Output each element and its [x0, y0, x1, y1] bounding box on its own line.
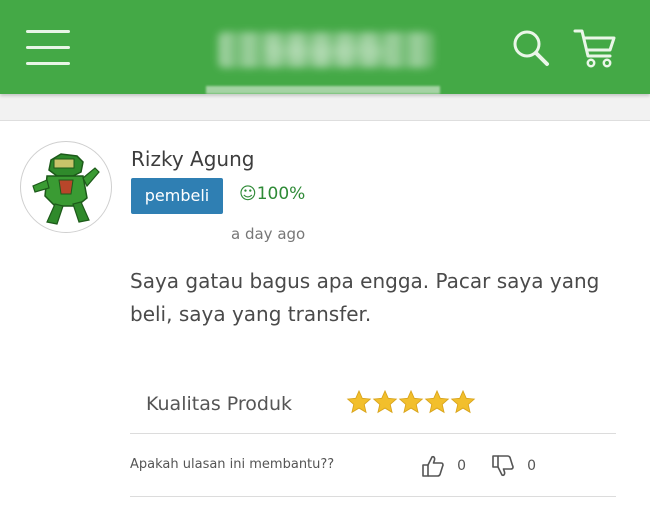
star-icon	[450, 389, 476, 414]
review-timestamp: a day ago	[231, 225, 306, 243]
star-icon	[346, 389, 372, 414]
menu-button[interactable]	[26, 28, 70, 68]
hamburger-icon-line-3	[26, 62, 70, 65]
reviewer-name[interactable]: Rizky Agung	[131, 147, 254, 171]
star-icon	[372, 389, 398, 414]
thumbs-up-count: 0	[457, 458, 467, 474]
review-text: Saya gatau bagus apa engga. Pacar saya y…	[130, 269, 600, 326]
hamburger-icon-line-1	[26, 30, 70, 33]
thumbs-up-button[interactable]: 0	[420, 453, 466, 479]
search-icon	[513, 30, 549, 66]
divider	[130, 496, 616, 497]
brand-underline	[206, 86, 440, 94]
buyer-badge: pembeli	[131, 178, 223, 214]
brand-logo[interactable]: tokopedia	[218, 32, 434, 68]
avatar[interactable]	[20, 141, 112, 233]
reviewer-avatar-image	[32, 153, 100, 225]
review-card: Rizky Agung pembeli ☺100% a day ago Saya…	[0, 120, 650, 532]
reputation-score: ☺100%	[239, 184, 306, 204]
product-quality-label: Kualitas Produk	[146, 393, 293, 415]
cart-button[interactable]	[572, 26, 618, 70]
star-icon	[424, 389, 450, 414]
thumbs-down-icon	[492, 455, 514, 477]
cart-icon	[573, 29, 616, 68]
star-icon	[398, 389, 424, 414]
hamburger-icon-line-2	[26, 46, 70, 49]
helpful-question: Apakah ulasan ini membantu??	[130, 457, 335, 472]
thumbs-up-icon	[422, 455, 444, 477]
divider	[130, 433, 616, 434]
star-rating	[346, 389, 476, 415]
thumbs-down-button[interactable]: 0	[490, 453, 536, 479]
top-app-bar: tokopedia	[0, 0, 650, 94]
search-button[interactable]	[510, 28, 552, 68]
thumbs-down-count: 0	[527, 458, 537, 474]
